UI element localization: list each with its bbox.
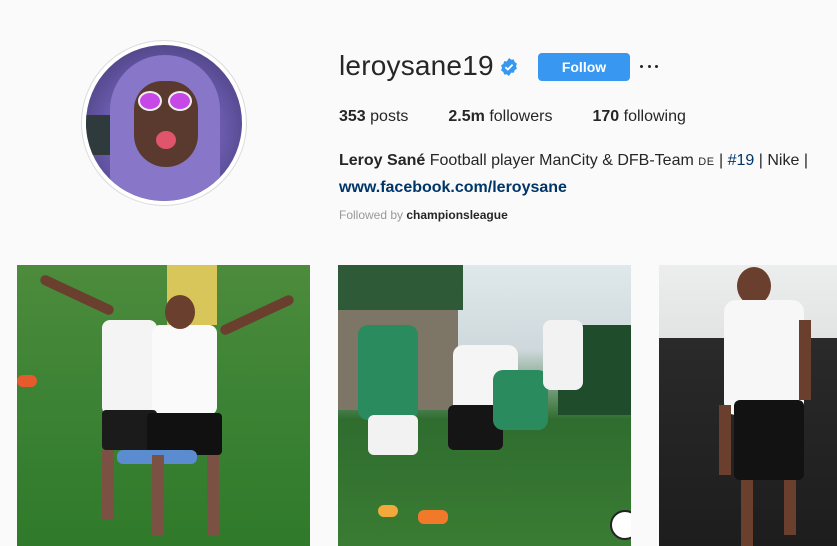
bio-website-link[interactable]: www.facebook.com/leroysane — [339, 179, 567, 196]
avatar-image — [86, 45, 242, 201]
hashtag-link[interactable]: #19 — [728, 152, 755, 169]
profile-stats: 353 posts 2.5m followers 170 following — [339, 108, 726, 126]
verified-badge-icon — [501, 58, 517, 76]
post-thumbnail[interactable] — [659, 265, 837, 546]
profile-bio: Leroy Sané Football player ManCity & DFB… — [339, 152, 808, 196]
ellipsis-icon[interactable] — [640, 55, 658, 77]
bio-name: Leroy Sané — [339, 152, 426, 169]
bio-text: Football player ManCity & DFB-Team — [429, 152, 694, 169]
stat-posts: 353 posts — [339, 108, 409, 125]
followed-by: Followed by championsleague — [339, 208, 508, 222]
post-thumbnail[interactable] — [17, 265, 310, 546]
profile-username: leroysane19 — [339, 50, 494, 81]
profile-avatar[interactable] — [81, 40, 247, 206]
bio-brand: Nike — [767, 152, 800, 169]
flag-de-icon: DE — [698, 156, 715, 168]
post-thumbnail[interactable] — [338, 265, 631, 546]
stat-followers[interactable]: 2.5m followers — [448, 108, 552, 126]
followed-by-user-link[interactable]: championsleague — [406, 208, 507, 222]
stat-following[interactable]: 170 following — [592, 108, 685, 126]
follow-button[interactable]: Follow — [538, 53, 630, 81]
